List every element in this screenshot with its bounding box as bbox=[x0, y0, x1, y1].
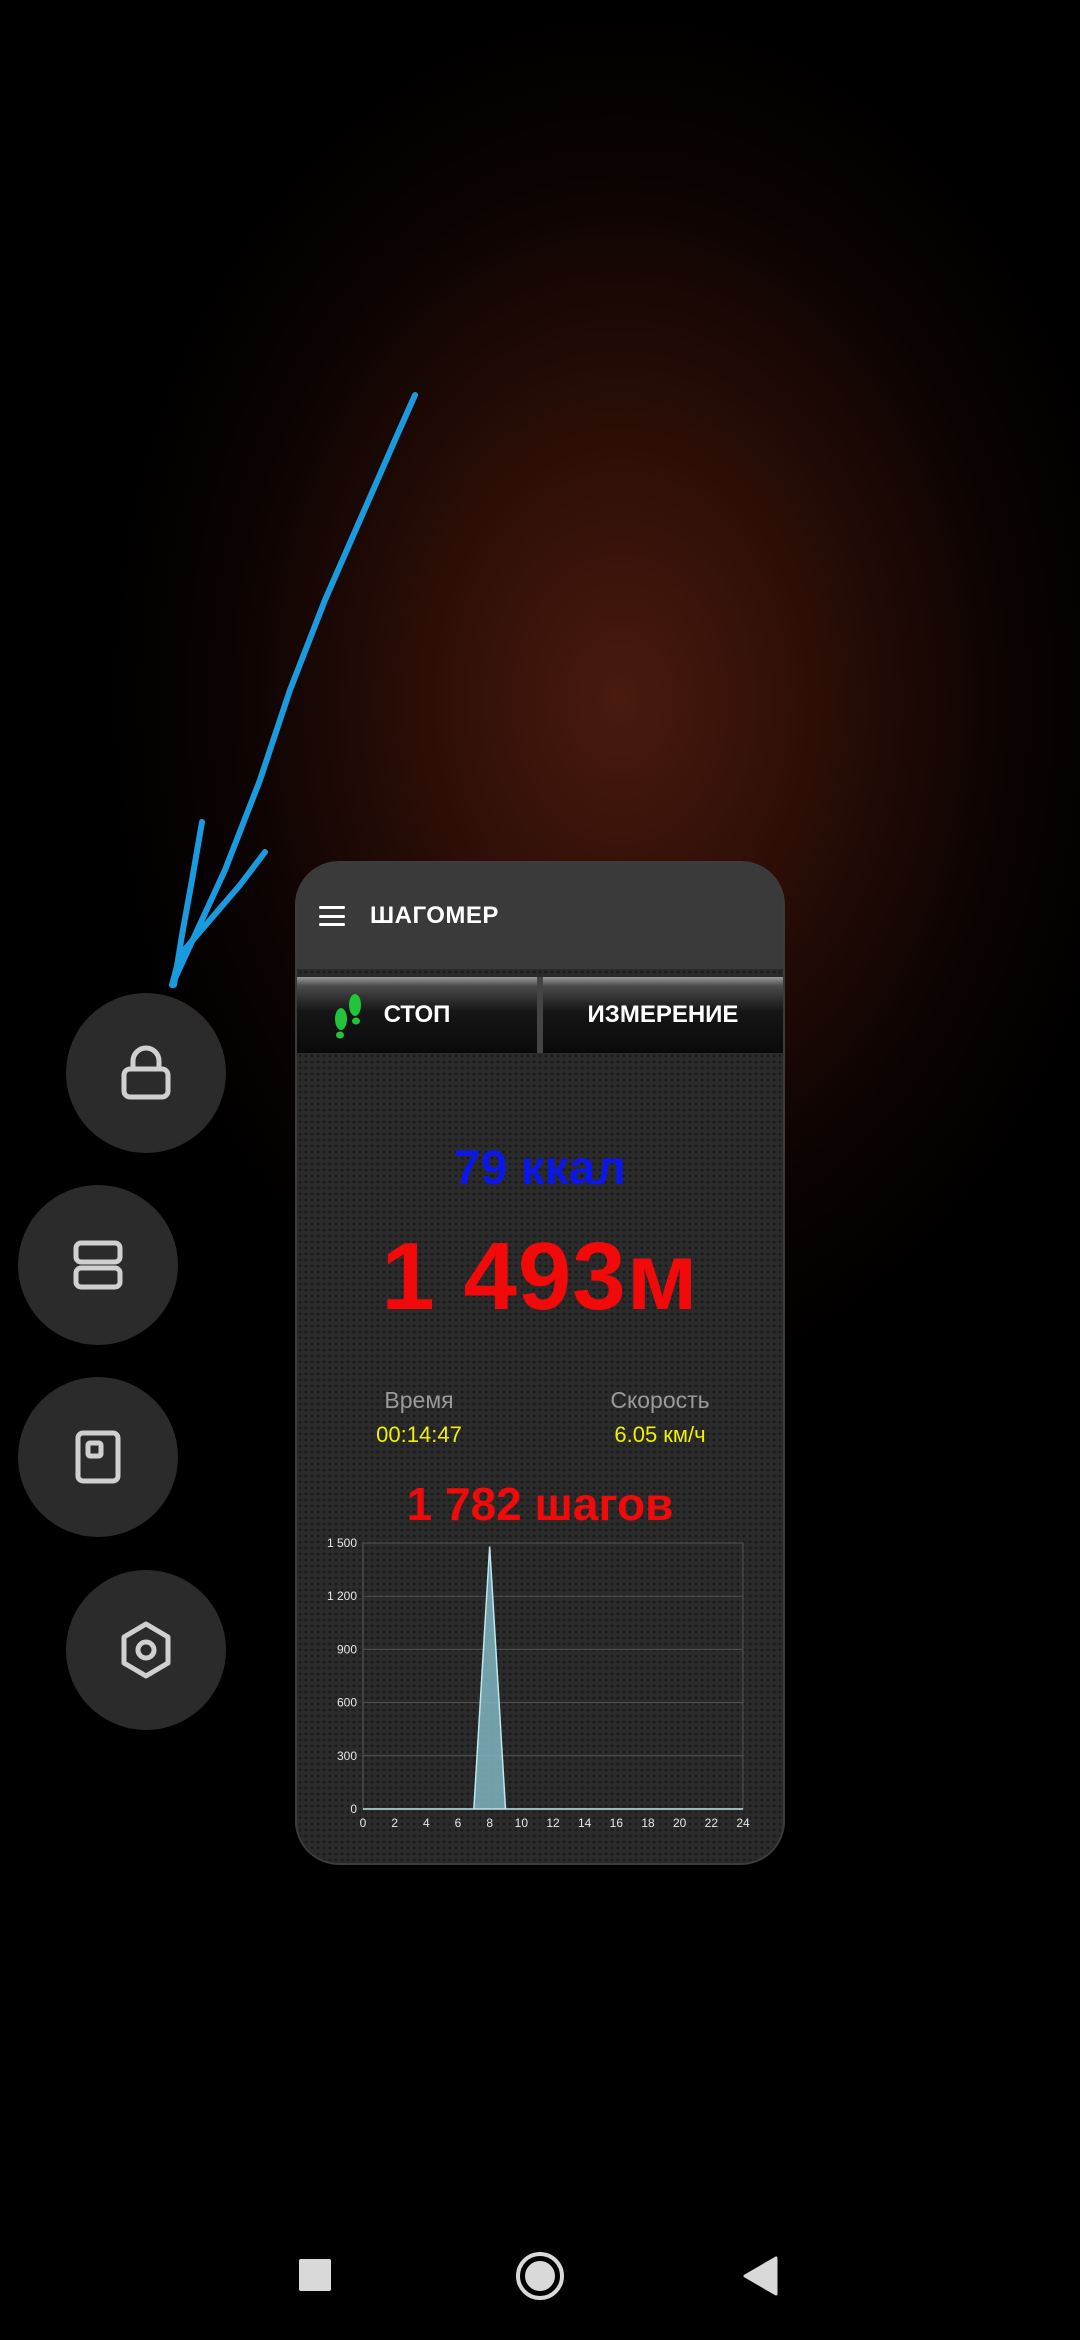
chart-y-tick-label: 1 200 bbox=[327, 1589, 357, 1603]
chart-x-tick-label: 0 bbox=[360, 1816, 367, 1830]
circle-icon bbox=[516, 2252, 564, 2300]
steps-value: 1 782 шагов bbox=[406, 1478, 674, 1530]
app-title: ШАГОМЕР bbox=[370, 902, 499, 929]
chart-x-tick-label: 16 bbox=[610, 1816, 624, 1830]
chart-x-tick-label: 24 bbox=[736, 1816, 750, 1830]
chart-x-tick-label: 2 bbox=[391, 1816, 398, 1830]
chart-x-tick-label: 10 bbox=[515, 1816, 529, 1830]
chart-x-tick-label: 14 bbox=[578, 1816, 592, 1830]
steps-chart: 03006009001 2001 5000 2 4 6 8 10 12 14 16 18 20 22 2… bbox=[327, 1537, 750, 1830]
chart-y-tick-label: 300 bbox=[337, 1749, 357, 1763]
chart-x-tick-label: 18 bbox=[641, 1816, 655, 1830]
chart-x-tick-label: 20 bbox=[673, 1816, 687, 1830]
chart-x-tick-label: 12 bbox=[546, 1816, 560, 1830]
button-row: СТОП ИЗМЕРЕНИЕ bbox=[297, 977, 783, 1053]
chart-x-tick-label: 22 bbox=[705, 1816, 719, 1830]
menu-icon[interactable] bbox=[319, 906, 345, 926]
speed-stat: Скорость 6.05 км/ч bbox=[560, 1387, 760, 1448]
chart-plot-frame bbox=[362, 1542, 744, 1810]
square-icon bbox=[299, 2259, 331, 2291]
split-screen-button[interactable] bbox=[18, 1185, 178, 1345]
speed-label: Скорость bbox=[610, 1387, 710, 1413]
settings-icon bbox=[121, 1621, 171, 1679]
chart-x-tick-label: 8 bbox=[486, 1816, 493, 1830]
time-value: 00:14:47 bbox=[376, 1422, 462, 1447]
app-toolbar: ШАГОМЕР bbox=[297, 863, 783, 969]
speed-value: 6.05 км/ч bbox=[614, 1422, 706, 1447]
floating-window-button[interactable] bbox=[18, 1377, 178, 1537]
chart-y-tick-label: 0 bbox=[350, 1802, 357, 1816]
chart-y-tick-label: 1 500 bbox=[327, 1537, 357, 1550]
chart-area-series bbox=[363, 1546, 743, 1810]
triangle-back-icon bbox=[743, 2256, 778, 2296]
split-screen-icon bbox=[73, 1240, 123, 1290]
time-stat: Время 00:14:47 bbox=[319, 1387, 519, 1448]
chart-x-tick-label: 6 bbox=[455, 1816, 462, 1830]
footsteps-icon bbox=[335, 994, 361, 1039]
distance-value: 1 493м bbox=[381, 1223, 699, 1330]
chart-y-tick-label: 600 bbox=[337, 1696, 357, 1710]
calories-value: 79 ккал bbox=[454, 1142, 626, 1195]
app-content: СТОП ИЗМЕРЕНИЕ 79 ккал 1 493м Время 00:1… bbox=[297, 969, 783, 1863]
time-label: Время bbox=[384, 1387, 454, 1413]
stop-button[interactable]: СТОП bbox=[297, 977, 543, 1053]
lock-button[interactable] bbox=[66, 993, 226, 1153]
settings-button[interactable] bbox=[66, 1570, 226, 1730]
measure-label: ИЗМЕРЕНИЕ bbox=[587, 1001, 739, 1028]
stop-label: СТОП bbox=[383, 1001, 451, 1028]
back-button[interactable] bbox=[742, 2256, 778, 2301]
home-button[interactable] bbox=[514, 2250, 566, 2307]
chart-y-tick-label: 900 bbox=[337, 1642, 357, 1656]
pedometer-app-card[interactable]: ШАГОМЕР СТОП ИЗМЕРЕНИЕ 79 ккал 1 493м Вр… bbox=[295, 861, 785, 1865]
floating-window-icon bbox=[75, 1430, 121, 1484]
lock-icon bbox=[121, 1045, 171, 1100]
measure-button[interactable]: ИЗМЕРЕНИЕ bbox=[543, 977, 783, 1053]
recents-button[interactable] bbox=[299, 2259, 331, 2296]
chart-x-tick-label: 4 bbox=[423, 1816, 430, 1830]
